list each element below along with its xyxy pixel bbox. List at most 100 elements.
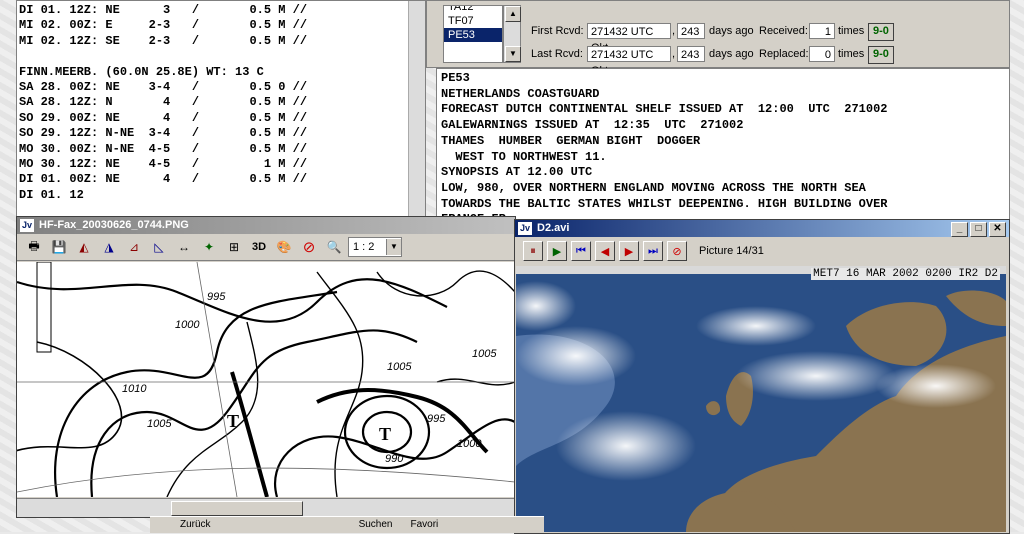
received-suffix: times (838, 25, 865, 37)
text-line: TOWARDS THE BALTIC STATES WHILST DEEPENI… (441, 196, 888, 211)
last-rcvd-label: Last Rcvd: (531, 48, 583, 60)
rotate-right-icon[interactable]: ◺ (148, 236, 170, 258)
close-icon[interactable]: ✕ (989, 222, 1006, 237)
text-line: SYNOPSIS AT 12.00 UTC (441, 165, 593, 180)
app-icon: Jv (20, 219, 34, 232)
satellite-drawing (516, 266, 1006, 532)
text-line: FORECAST DUTCH CONTINENTAL SHELF ISSUED … (441, 102, 888, 117)
message-list-item[interactable]: TA12 (444, 6, 502, 14)
isobar-label: 1000 (175, 319, 200, 331)
replaced-suffix: times (838, 48, 865, 60)
d2-titlebar[interactable]: Jv D2.avi _ □ ✕ (515, 220, 1009, 237)
isobar-label: 1005 (147, 418, 172, 430)
forecast-text-pane[interactable]: DI 01. 12Z: NE 3 / 0.5 M //MI 02. 00Z: E… (16, 0, 426, 218)
text-line: WEST TO NORTHWEST 11. (441, 149, 607, 164)
message-header-panel: TA12 TF07 PE53 ▲ ▼ First Rcvd: 271432 UTC … (426, 0, 1010, 77)
text-line: MO 30. 12Z: NE 4-5 / 1 M // (19, 156, 308, 171)
text-line: NETHERLANDS COASTGUARD (441, 86, 600, 101)
last-status-badge[interactable]: 9-0 (868, 46, 894, 64)
crop-icon[interactable]: ⊞ (223, 236, 245, 258)
last-comma: , (672, 48, 676, 60)
maximize-icon[interactable]: □ (970, 222, 987, 237)
forecast-vertical-scrollbar[interactable] (408, 1, 425, 217)
first-comma: , (672, 25, 676, 37)
color-adjust-icon[interactable]: ✦ (198, 236, 220, 258)
text-line: THAMES HUMBER GERMAN BIGHT DOGGER (441, 133, 701, 148)
fax-horizontal-scrollbar[interactable] (17, 498, 515, 517)
zoom-select[interactable]: 1 : 2 ▼ (348, 237, 402, 257)
view-3d-button[interactable]: 3D (248, 236, 270, 258)
favorites-button[interactable]: Favori (410, 517, 438, 533)
text-line: SO 29. 00Z: NE 4 / 0.5 M // (19, 110, 308, 125)
isobar-label: 990 (385, 453, 404, 465)
isobar-label: 1005 (387, 361, 412, 373)
text-line: DI 01. 12Z: NE 3 / 0.5 M // (19, 3, 308, 17)
rotate-left-icon[interactable]: ⊿ (123, 236, 145, 258)
fax-toolbar: 🖶 💾 ◭ ◮ ⊿ ◺ ↔ ✦ ⊞ 3D 🎨 ⊘ 🔍 1 : 2 ▼ (17, 234, 515, 261)
text-line: SA 28. 12Z: N 4 / 0.5 M // (19, 95, 308, 110)
scroll-down-arrow-icon[interactable]: ▼ (505, 46, 521, 62)
low-pressure-marker: T (227, 411, 239, 431)
print-icon[interactable]: 🖶 (23, 236, 45, 258)
text-line: GALEWARNINGS ISSUED AT 12:35 UTC 271002 (441, 118, 744, 133)
text-line: LOW, 980, OVER NORTHERN ENGLAND MOVING A… (441, 180, 866, 195)
text-line: FINN.MEERB. (60.0N 25.8E) WT: 13 C (19, 64, 264, 79)
text-line: SO 29. 12Z: N-NE 3-4 / 0.5 M // (19, 126, 308, 141)
text-line: DI 01. 00Z: NE 4 / 0.5 M // (19, 172, 308, 187)
first-frame-icon[interactable]: ⏮ (571, 241, 591, 261)
received-label: Received: (759, 25, 808, 37)
scroll-up-arrow-icon[interactable]: ▲ (505, 6, 521, 22)
flip-right-icon[interactable]: ◮ (98, 236, 120, 258)
satellite-image[interactable]: MET7 16 MAR 2002 0200 IR2 D2 (516, 266, 1006, 532)
zoom-value: 1 : 2 (353, 241, 375, 253)
save-image-icon[interactable]: 💾 (48, 236, 70, 258)
isobar-label: 1005 (472, 348, 497, 360)
replaced-field[interactable]: 0 (809, 46, 835, 62)
search-button[interactable]: Suchen (359, 517, 393, 533)
chevron-down-icon[interactable]: ▼ (386, 239, 401, 255)
text-line: MI 02. 00Z: E 2-3 / 0.5 M // (19, 18, 308, 33)
first-status-badge[interactable]: 9-0 (868, 23, 894, 41)
previous-frame-icon[interactable]: ◀ (595, 241, 615, 261)
minimize-icon[interactable]: _ (951, 222, 968, 237)
first-days-suffix: days ago (709, 25, 754, 37)
text-line: DI 01. 12 (19, 187, 84, 202)
message-list-scrollbar[interactable]: ▲ ▼ (503, 5, 521, 63)
message-list-item[interactable]: PE53 (444, 28, 502, 42)
last-days-field[interactable]: 243 (677, 46, 705, 62)
play-icon[interactable]: ▶ (547, 241, 567, 261)
first-rcvd-label: First Rcvd: (531, 25, 584, 37)
text-line: SA 28. 00Z: NE 3-4 / 0.5 0 // (19, 79, 308, 94)
fax-titlebar[interactable]: Jv HF-Fax_20030626_0744.PNG (17, 217, 515, 234)
zoom-icon[interactable]: 🔍 (323, 236, 345, 258)
palette-icon[interactable]: 🎨 (273, 236, 295, 258)
stretch-horizontal-icon[interactable]: ↔ (173, 236, 195, 258)
message-list-item[interactable]: TF07 (444, 14, 502, 28)
weather-fax-map[interactable]: 995 1000 1005 1010 1005 1005 995 990 100… (17, 262, 515, 497)
stop-icon[interactable]: ⊘ (667, 241, 687, 261)
forecast-lines: DI 01. 12Z: NE 3 / 0.5 M //MI 02. 00Z: E… (17, 1, 425, 205)
text-line: PE53 (441, 71, 470, 85)
stop-icon[interactable]: ⊘ (298, 236, 320, 258)
last-rcvd-field[interactable]: 271432 UTC Okt (587, 46, 671, 77)
scroll-thumb[interactable] (171, 501, 303, 516)
text-line: MO 30. 00Z: N-NE 4-5 / 0.5 M // (19, 141, 308, 156)
replaced-label: Replaced: (759, 48, 809, 60)
message-list[interactable]: TA12 TF07 PE53 (443, 5, 503, 63)
browser-taskbar-fragment: Zurück Suchen Favori (150, 516, 544, 533)
picture-counter: Picture 14/31 (699, 245, 764, 257)
d2-avi-window: Jv D2.avi _ □ ✕ ⏸ ▶ ⏮ ◀ ▶ ⏭ ⊘ Picture 14… (514, 219, 1010, 534)
isobar-label: 995 (207, 291, 226, 303)
received-field[interactable]: 1 (809, 23, 835, 39)
isobar-label: 995 (427, 413, 446, 425)
first-days-field[interactable]: 243 (677, 23, 705, 39)
text-line: MI 02. 12Z: SE 2-3 / 0.5 M // (19, 33, 308, 48)
back-button[interactable]: Zurück (180, 517, 211, 533)
pause-icon[interactable]: ⏸ (523, 241, 543, 261)
satellite-timestamp: MET7 16 MAR 2002 0200 IR2 D2 (811, 268, 1000, 280)
flip-left-icon[interactable]: ◭ (73, 236, 95, 258)
first-rcvd-field[interactable]: 271432 UTC Okt (587, 23, 671, 54)
next-frame-icon[interactable]: ▶ (619, 241, 639, 261)
last-frame-icon[interactable]: ⏭ (643, 241, 663, 261)
app-icon: Jv (518, 222, 532, 235)
